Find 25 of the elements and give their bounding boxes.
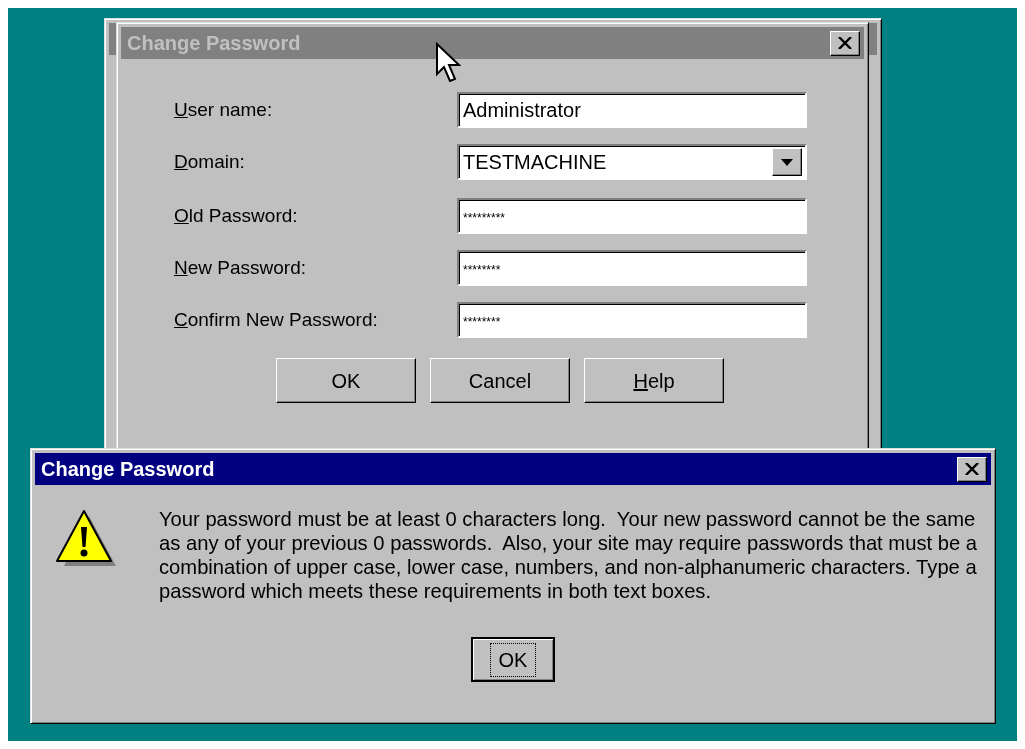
caret-icon — [781, 158, 793, 166]
dialog-button[interactable]: OK — [276, 358, 416, 403]
warning-icon — [55, 507, 117, 569]
input-field[interactable]: Administrator — [457, 92, 807, 128]
field-label: Confirm New Password: — [174, 307, 379, 332]
window-title: Change Password — [127, 31, 301, 56]
message-text: Your password must be at least 0 characters long. Your new password cannot be the same as any of your previous 0 passwords. Also, your site may require passwords that must be a combination of upper case, lower case, numbers, and non-alphanumeric characters. Type a password which meets these requirements in both text boxes. — [159, 507, 978, 603]
field-label: Domain: — [174, 149, 246, 174]
dropdown-button[interactable] — [772, 148, 802, 176]
password-field[interactable]: ******** — [457, 250, 807, 286]
dialog-button[interactable]: Cancel — [430, 358, 570, 403]
close-icon — [965, 463, 979, 475]
close-icon — [838, 37, 852, 49]
dialog-button[interactable]: Help — [584, 358, 724, 403]
password-field[interactable]: ******** — [457, 302, 807, 338]
domain-dropdown[interactable]: TESTMACHINE — [457, 144, 807, 180]
window-title: Change Password — [41, 457, 215, 482]
mouse-pointer-icon — [435, 42, 461, 84]
close-button[interactable] — [957, 456, 987, 482]
password-field[interactable]: ********* — [457, 198, 807, 234]
field-label: Old Password: — [174, 203, 299, 228]
close-button[interactable] — [830, 30, 860, 56]
dialog-button[interactable]: OK — [471, 637, 555, 682]
field-label: New Password: — [174, 255, 307, 280]
field-label: User name: — [174, 97, 274, 122]
